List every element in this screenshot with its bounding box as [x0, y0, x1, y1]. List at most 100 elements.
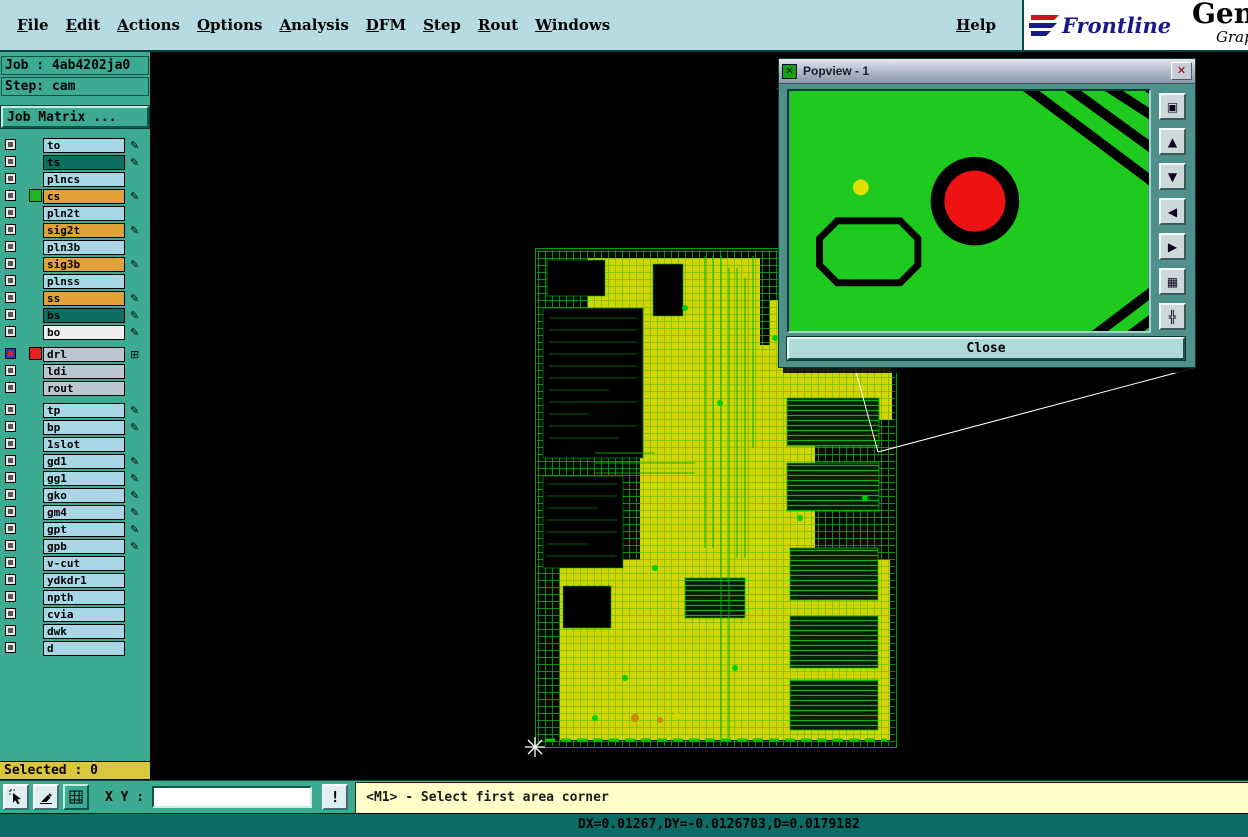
grid-tool-button[interactable]	[63, 784, 89, 810]
layer-row[interactable]: gpb ✎	[4, 539, 150, 554]
layer-visibility-checkbox[interactable]	[5, 382, 16, 393]
layer-name[interactable]: pln3b	[43, 240, 125, 255]
layer-row[interactable]: bs ✎	[4, 308, 150, 323]
layer-name[interactable]: gd1	[43, 454, 125, 469]
menu-step[interactable]: Step	[423, 16, 461, 34]
layer-name[interactable]: v-cut	[43, 556, 125, 571]
menu-actions[interactable]: Actions	[117, 16, 180, 34]
layer-name[interactable]: cs	[43, 189, 125, 204]
layer-visibility-checkbox[interactable]	[5, 173, 16, 184]
layer-visibility-checkbox[interactable]	[5, 207, 16, 218]
layer-visibility-checkbox[interactable]	[5, 326, 16, 337]
layer-row[interactable]: bp ✎	[4, 420, 150, 435]
layer-name[interactable]: sig2t	[43, 223, 125, 238]
layer-row[interactable]: ldi	[4, 364, 150, 379]
layer-row[interactable]: bo ✎	[4, 325, 150, 340]
layer-row[interactable]: gpt ✎	[4, 522, 150, 537]
layer-name[interactable]: 1slot	[43, 437, 125, 452]
layer-row[interactable]: to ✎	[4, 138, 150, 153]
layer-visibility-checkbox[interactable]	[5, 523, 16, 534]
layer-name[interactable]: gpb	[43, 539, 125, 554]
menu-help[interactable]: Help	[956, 16, 996, 34]
layer-name[interactable]: rout	[43, 381, 125, 396]
select-tool-button[interactable]	[3, 784, 29, 810]
popview-close-button[interactable]: Close	[787, 337, 1185, 360]
layer-name[interactable]: plncs	[43, 172, 125, 187]
layer-row[interactable]: cvia	[4, 607, 150, 622]
layer-name[interactable]: pln2t	[43, 206, 125, 221]
layer-visibility-checkbox[interactable]	[5, 625, 16, 636]
alert-button[interactable]: !	[322, 784, 349, 810]
menu-edit[interactable]: Edit	[66, 16, 101, 34]
menu-windows[interactable]: Windows	[535, 16, 610, 34]
layer-row[interactable]: pln2t	[4, 206, 150, 221]
layer-visibility-checkbox[interactable]	[5, 591, 16, 602]
layer-name[interactable]: gpt	[43, 522, 125, 537]
popview-tool-button[interactable]: ▦	[1159, 268, 1186, 295]
layer-row[interactable]: npth	[4, 590, 150, 605]
layer-visibility-checkbox[interactable]	[5, 190, 16, 201]
layer-row[interactable]: rout	[4, 381, 150, 396]
menu-analysis[interactable]: Analysis	[280, 16, 349, 34]
layer-visibility-checkbox[interactable]	[5, 438, 16, 449]
layer-row[interactable]: v-cut	[4, 556, 150, 571]
layer-visibility-checkbox[interactable]	[5, 540, 16, 551]
layer-name[interactable]: tp	[43, 403, 125, 418]
layer-row[interactable]: d	[4, 641, 150, 656]
layer-name[interactable]: dwk	[43, 624, 125, 639]
popview-tool-button[interactable]: ▼	[1159, 163, 1186, 190]
layer-row[interactable]: 1slot	[4, 437, 150, 452]
layer-visibility-checkbox[interactable]	[5, 455, 16, 466]
popview-title-bar[interactable]: ✕ Popview - 1 ✕	[779, 59, 1195, 84]
layer-row[interactable]: pln3b	[4, 240, 150, 255]
popview-tool-button[interactable]: ▶	[1159, 233, 1186, 260]
menu-options[interactable]: Options	[197, 16, 263, 34]
layer-row[interactable]: sig2t ✎	[4, 223, 150, 238]
layer-visibility-checkbox[interactable]	[5, 472, 16, 483]
layer-row[interactable]: gg1 ✎	[4, 471, 150, 486]
layer-visibility-checkbox[interactable]	[5, 156, 16, 167]
layer-row[interactable]: gm4 ✎	[4, 505, 150, 520]
layer-name[interactable]: bo	[43, 325, 125, 340]
layer-row[interactable]: ss ✎	[4, 291, 150, 306]
layer-name[interactable]: d	[43, 641, 125, 656]
layer-visibility-checkbox[interactable]	[5, 489, 16, 500]
layer-row[interactable]: sig3b ✎	[4, 257, 150, 272]
measure-tool-button[interactable]	[33, 784, 59, 810]
layer-visibility-checkbox[interactable]	[5, 292, 16, 303]
popview-tool-button[interactable]: ▣	[1159, 93, 1186, 120]
layer-color-swatch[interactable]	[29, 189, 42, 202]
popview-tool-button[interactable]: ╬	[1159, 303, 1186, 330]
layer-visibility-checkbox[interactable]	[5, 574, 16, 585]
layer-visibility-checkbox[interactable]	[5, 275, 16, 286]
layer-name[interactable]: cvia	[43, 607, 125, 622]
layer-row[interactable]: tp ✎	[4, 403, 150, 418]
layer-visibility-checkbox[interactable]	[5, 404, 16, 415]
layer-name[interactable]: gko	[43, 488, 125, 503]
popview-tool-button[interactable]: ◀	[1159, 198, 1186, 225]
layer-row[interactable]: ts ✎	[4, 155, 150, 170]
layer-name[interactable]: sig3b	[43, 257, 125, 272]
layer-color-swatch[interactable]	[29, 347, 42, 360]
menu-dfm[interactable]: DFM	[366, 16, 406, 34]
layer-name[interactable]: ts	[43, 155, 125, 170]
layer-row[interactable]: gko ✎	[4, 488, 150, 503]
layer-visibility-checkbox[interactable]	[5, 309, 16, 320]
layer-name[interactable]: npth	[43, 590, 125, 605]
layer-visibility-checkbox[interactable]	[5, 241, 16, 252]
layer-visibility-checkbox[interactable]	[5, 258, 16, 269]
layer-row[interactable]: plnss	[4, 274, 150, 289]
layer-name[interactable]: gm4	[43, 505, 125, 520]
layer-visibility-checkbox[interactable]	[5, 506, 16, 517]
layer-name[interactable]: bs	[43, 308, 125, 323]
layer-name[interactable]: ss	[43, 291, 125, 306]
layer-name[interactable]: gg1	[43, 471, 125, 486]
layer-row[interactable]: plncs	[4, 172, 150, 187]
popview-close-x-button[interactable]: ✕	[1171, 62, 1192, 80]
layer-visibility-checkbox[interactable]	[5, 557, 16, 568]
layer-row[interactable]: ydkdr1	[4, 573, 150, 588]
job-matrix-button[interactable]: Job Matrix ...	[1, 106, 149, 128]
layer-row[interactable]: dwk	[4, 624, 150, 639]
menu-file[interactable]: File	[17, 16, 49, 34]
layer-name[interactable]: ydkdr1	[43, 573, 125, 588]
